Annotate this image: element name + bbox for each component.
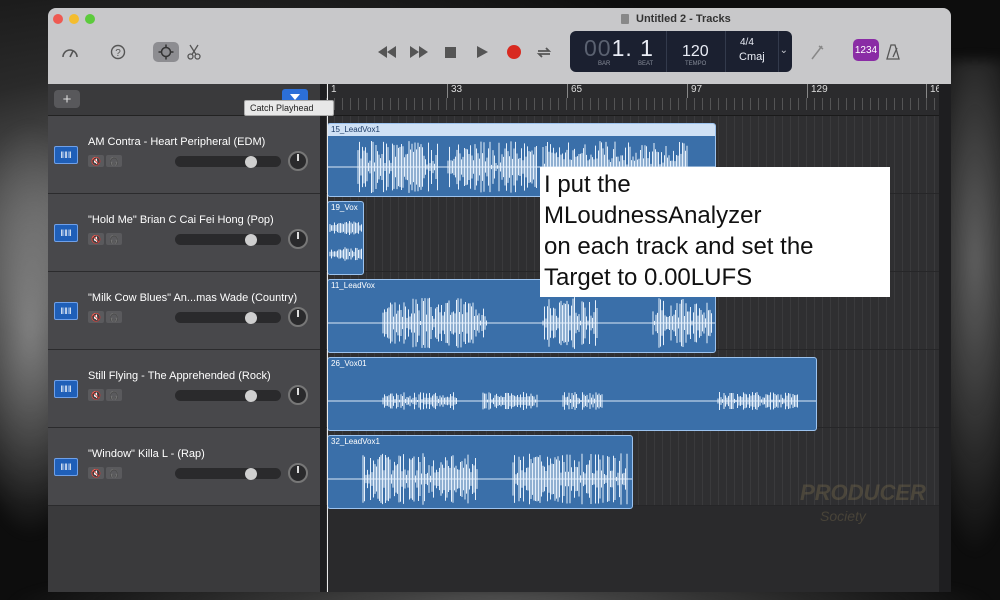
annotation-line: on each track and set the [544,233,814,260]
pan-knob[interactable] [288,151,308,171]
track-header[interactable]: ‖‖‖ Still Flying - The Apprehended (Rock)… [48,350,320,428]
mute-icon[interactable]: 🔇 [88,311,104,323]
region-name: 32_LeadVox1 [331,437,380,446]
waveform [328,392,816,410]
pan-knob[interactable] [288,229,308,249]
headphones-icon[interactable]: 🎧 [106,467,122,479]
annotation-box: I put the MLoudnessAnalyzer on each trac… [540,167,890,297]
lcd-tempo-label: TEMPO [685,61,707,67]
mute-icon[interactable]: 🔇 [88,233,104,245]
ruler-ticks [326,98,951,110]
cycle-icon[interactable] [534,42,554,62]
audio-region[interactable]: 32_LeadVox1 [327,435,633,509]
svg-text:?: ? [115,48,121,59]
lcd-separator [666,31,667,72]
add-track-button[interactable]: + [54,90,80,108]
lcd-time-signature[interactable]: 4/4 [740,37,754,48]
track-header[interactable]: ‖‖‖ "Milk Cow Blues" An...mas Wade (Count… [48,272,320,350]
minimize-window-button[interactable] [69,14,79,24]
vertical-scrollbar[interactable] [939,84,951,592]
track-name[interactable]: "Hold Me" Brian C Cai Fei Hong (Pop) [88,214,274,226]
window-title: Untitled 2 - Tracks [636,13,731,25]
lcd-bar-label: BAR [598,61,611,67]
audio-region[interactable]: 26_Vox01 [327,357,817,431]
rewind-icon[interactable] [376,42,398,62]
count-in-button[interactable]: 1234 [853,39,879,61]
lcd-separator [725,31,726,72]
track-header[interactable]: ‖‖‖ "Window" Killa L - (Rap) 🔇 🎧 [48,428,320,506]
headphones-icon[interactable]: 🎧 [106,311,122,323]
track-header[interactable]: ‖‖‖ "Hold Me" Brian C Cai Fei Hong (Pop) 🔇… [48,194,320,272]
annotation-line: MLoudnessAnalyzer [544,202,762,229]
pan-knob[interactable] [288,307,308,327]
toolbar: Untitled 2 - Tracks ? 001. 1 BAR BEAT 12… [48,8,951,84]
zoom-window-button[interactable] [85,14,95,24]
ruler-mark: 129 [807,84,828,98]
track-name[interactable]: "Window" Killa L - (Rap) [88,448,205,460]
mute-icon[interactable]: 🔇 [88,389,104,401]
close-window-button[interactable] [53,14,63,24]
tuner-icon[interactable] [808,42,826,62]
waveform [328,453,632,505]
region-name: 15_LeadVox1 [331,125,380,134]
pan-knob[interactable] [288,385,308,405]
ruler-mark: 1 [327,84,337,98]
mute-icon[interactable]: 🔇 [88,467,104,479]
smart-controls-icon[interactable] [153,42,179,62]
region-header [328,124,715,136]
chevron-down-icon[interactable]: ⌄ [780,45,788,56]
waveform-icon: ‖‖‖ [54,224,78,242]
annotation-line: Target to 0.00LUFS [544,264,753,291]
lcd-key[interactable]: Cmaj [739,51,765,63]
track-name[interactable]: "Milk Cow Blues" An...mas Wade (Country) [88,292,297,304]
headphones-icon[interactable]: 🎧 [106,389,122,401]
region-header [328,358,816,370]
volume-slider[interactable] [175,312,281,323]
audio-region[interactable]: 19_Vox [327,201,364,275]
waveform [329,221,362,261]
record-icon[interactable] [507,45,521,59]
ruler-mark: 97 [687,84,702,98]
region-name: 19_Vox [331,203,358,212]
stop-icon[interactable] [442,42,458,62]
waveform [328,297,715,349]
volume-slider[interactable] [175,468,281,479]
help-icon[interactable]: ? [108,42,128,62]
headphones-icon[interactable]: 🎧 [106,155,122,167]
lcd-display[interactable]: 001. 1 BAR BEAT 120 TEMPO 4/4 Cmaj ⌄ [570,31,792,72]
play-icon[interactable] [474,42,490,62]
lcd-position: 001. 1 [584,35,654,61]
bar-ruler[interactable]: 1 33 65 97 129 16 [326,84,951,116]
mute-icon[interactable]: 🔇 [88,155,104,167]
volume-slider[interactable] [175,234,281,245]
ruler-mark: 33 [447,84,462,98]
catch-playhead-tooltip: Catch Playhead [244,100,334,116]
fast-forward-icon[interactable] [408,42,430,62]
volume-slider[interactable] [175,156,281,167]
track-name[interactable]: Still Flying - The Apprehended (Rock) [88,370,271,382]
watermark-logo: Society [820,508,866,524]
watermark-logo: PRODUCER [800,480,926,505]
annotation-line: I put the [544,171,631,198]
playhead[interactable] [327,84,328,592]
headphones-icon[interactable]: 🎧 [106,233,122,245]
ruler-mark: 65 [567,84,582,98]
library-icon[interactable] [60,42,80,62]
waveform-icon: ‖‖‖ [54,146,78,164]
track-name[interactable]: AM Contra - Heart Peripheral (EDM) [88,136,265,148]
region-name: 26_Vox01 [331,359,367,368]
document-icon [621,14,629,24]
editors-icon[interactable] [185,42,203,62]
volume-slider[interactable] [175,390,281,401]
metronome-icon[interactable] [884,42,902,62]
waveform-icon: ‖‖‖ [54,458,78,476]
waveform-icon: ‖‖‖ [54,302,78,320]
lcd-tempo[interactable]: 120 [682,43,709,61]
region-name: 11_LeadVox [331,281,375,290]
pan-knob[interactable] [288,463,308,483]
lcd-beat-label: BEAT [638,61,654,67]
track-header[interactable]: ‖‖‖ AM Contra - Heart Peripheral (EDM) 🔇 🎧 [48,116,320,194]
waveform-icon: ‖‖‖ [54,380,78,398]
track-headers: ‖‖‖ AM Contra - Heart Peripheral (EDM) 🔇 🎧 ‖… [48,116,320,592]
